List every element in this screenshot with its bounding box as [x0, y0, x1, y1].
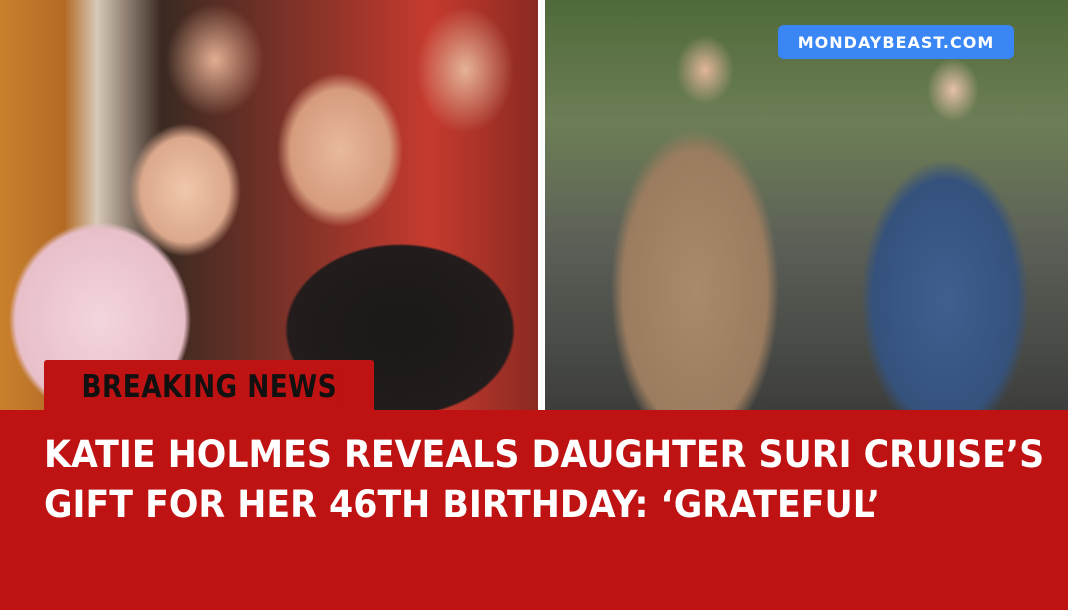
breaking-news-label: BREAKING NEWS — [81, 369, 337, 405]
headline[interactable]: KATIE HOLMES REVEALS DAUGHTER SURI CRUIS… — [44, 430, 1045, 530]
breaking-news-tag: BREAKING NEWS — [44, 360, 374, 414]
headline-line-2: GIFT FOR HER 46TH BIRTHDAY: ‘GRATEFUL’ — [44, 483, 881, 526]
brand-badge[interactable]: MONDAYBEAST.COM — [778, 25, 1014, 59]
photo-left — [0, 0, 538, 410]
photo-right — [545, 0, 1068, 410]
headline-line-1: KATIE HOLMES REVEALS DAUGHTER SURI CRUIS… — [44, 433, 1045, 476]
photo-divider — [538, 0, 545, 410]
